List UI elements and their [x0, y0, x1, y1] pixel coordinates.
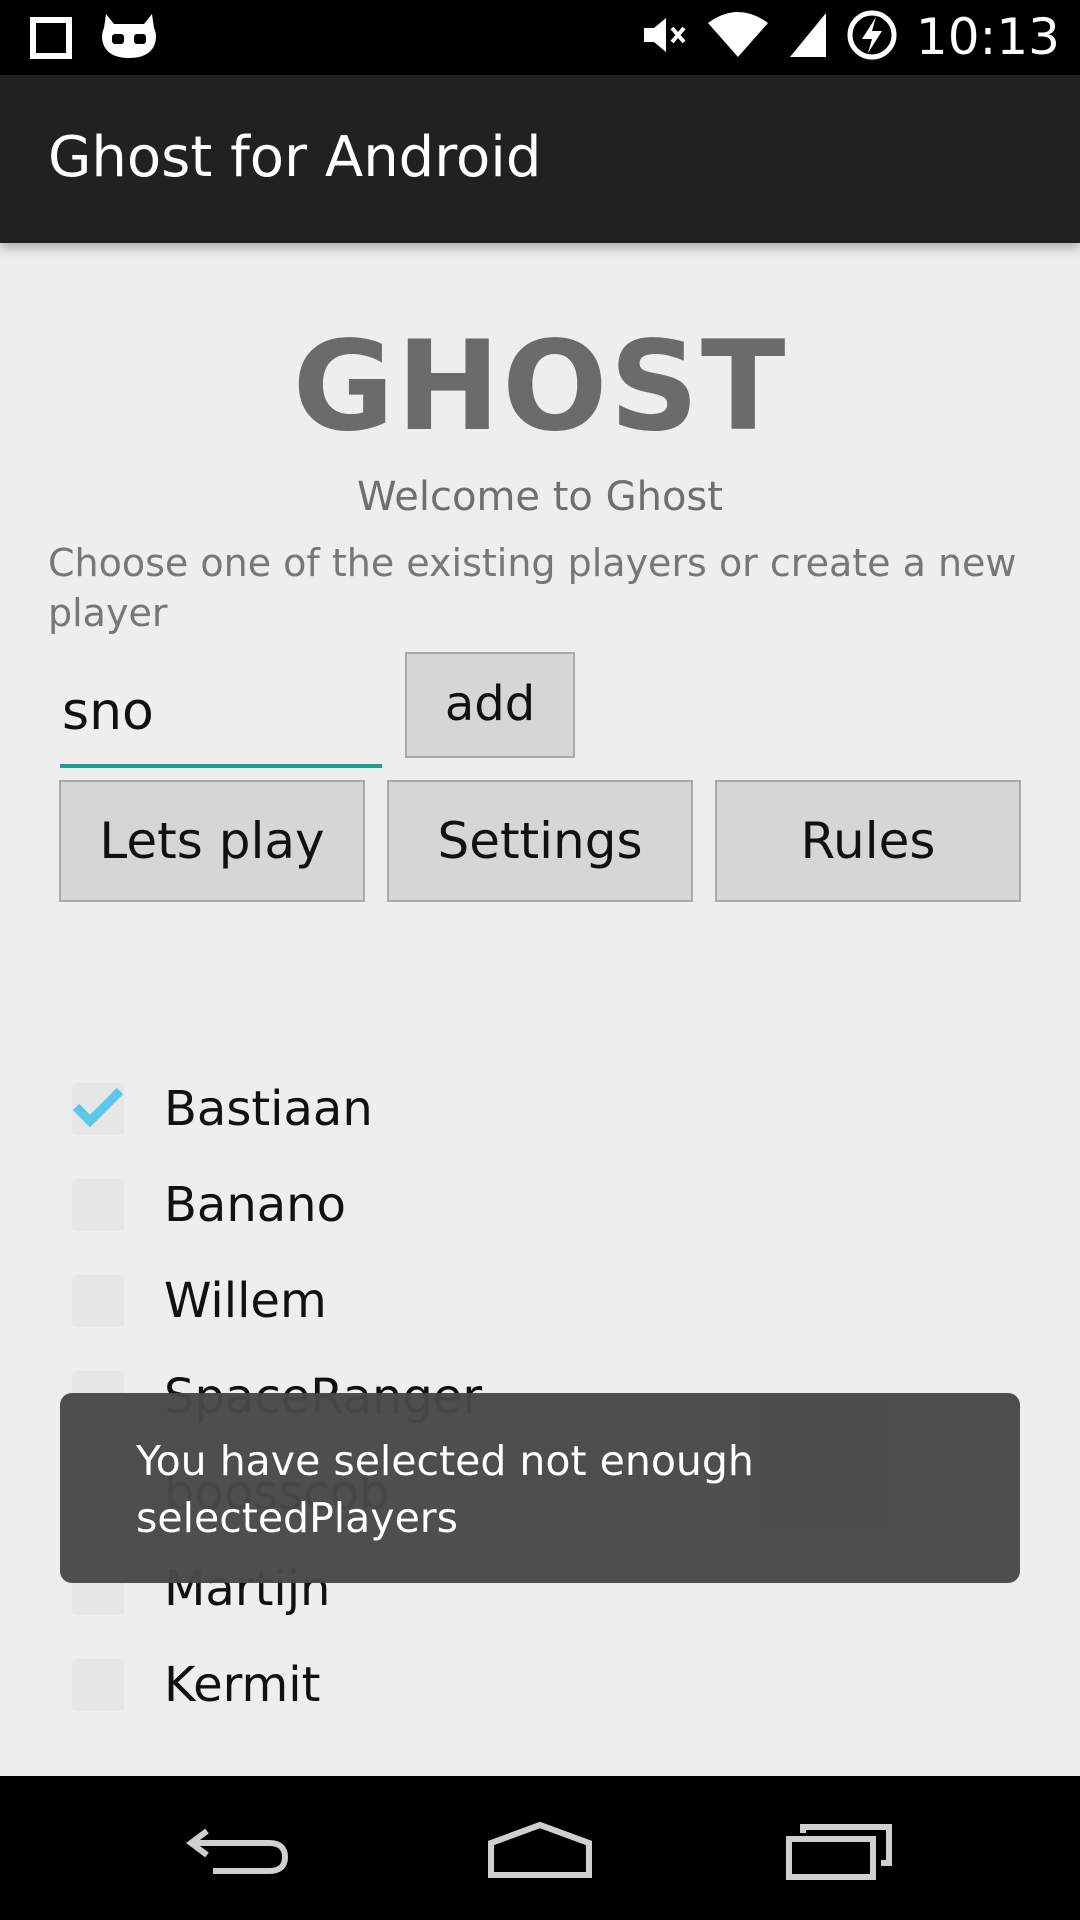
wifi-icon: [706, 11, 770, 63]
add-player-button[interactable]: add: [405, 652, 575, 758]
ghost-logo: GHOST: [292, 315, 788, 459]
action-bar: Ghost for Android: [0, 75, 1080, 243]
player-item-banano[interactable]: Banano: [72, 1160, 346, 1250]
battery-charging-icon: [846, 9, 898, 65]
checkbox-unchecked[interactable]: [72, 1179, 124, 1231]
player-item-kermit[interactable]: Kermit: [72, 1640, 320, 1730]
navigation-bar: [0, 1776, 1080, 1920]
settings-button[interactable]: Settings: [387, 780, 693, 902]
player-name: Banano: [164, 1177, 346, 1233]
cyanogenmod-icon: [100, 10, 158, 60]
checkmark-icon: [72, 1087, 124, 1128]
home-icon[interactable]: [480, 1806, 600, 1896]
checkbox-unchecked[interactable]: [72, 1659, 124, 1711]
player-name-input[interactable]: [60, 660, 382, 768]
toast-message: You have selected not enough selectedPla…: [60, 1393, 1020, 1583]
player-item-willem[interactable]: Willem: [72, 1256, 327, 1346]
welcome-text: Welcome to Ghost: [357, 474, 723, 520]
clock: 10:13: [915, 8, 1060, 66]
square-notification-icon: [30, 17, 72, 59]
player-name: Willem: [164, 1273, 327, 1329]
back-icon[interactable]: [180, 1806, 300, 1896]
player-item-bastiaan[interactable]: Bastiaan: [72, 1064, 373, 1154]
player-name: Kermit: [164, 1657, 321, 1713]
toast-text: You have selected not enough selectedPla…: [136, 1437, 754, 1542]
mute-icon: [642, 15, 688, 59]
checkbox-unchecked[interactable]: [72, 1275, 124, 1327]
recents-icon[interactable]: [780, 1806, 900, 1896]
app-title: Ghost for Android: [48, 125, 542, 190]
lets-play-button[interactable]: Lets play: [59, 780, 365, 902]
signal-icon: [788, 11, 828, 63]
rules-button[interactable]: Rules: [715, 780, 1021, 902]
instructions-text: Choose one of the existing players or cr…: [48, 541, 1017, 635]
player-name: Bastiaan: [164, 1081, 373, 1137]
status-bar: 10:13: [0, 0, 1080, 75]
checkbox-checked[interactable]: [72, 1083, 124, 1135]
